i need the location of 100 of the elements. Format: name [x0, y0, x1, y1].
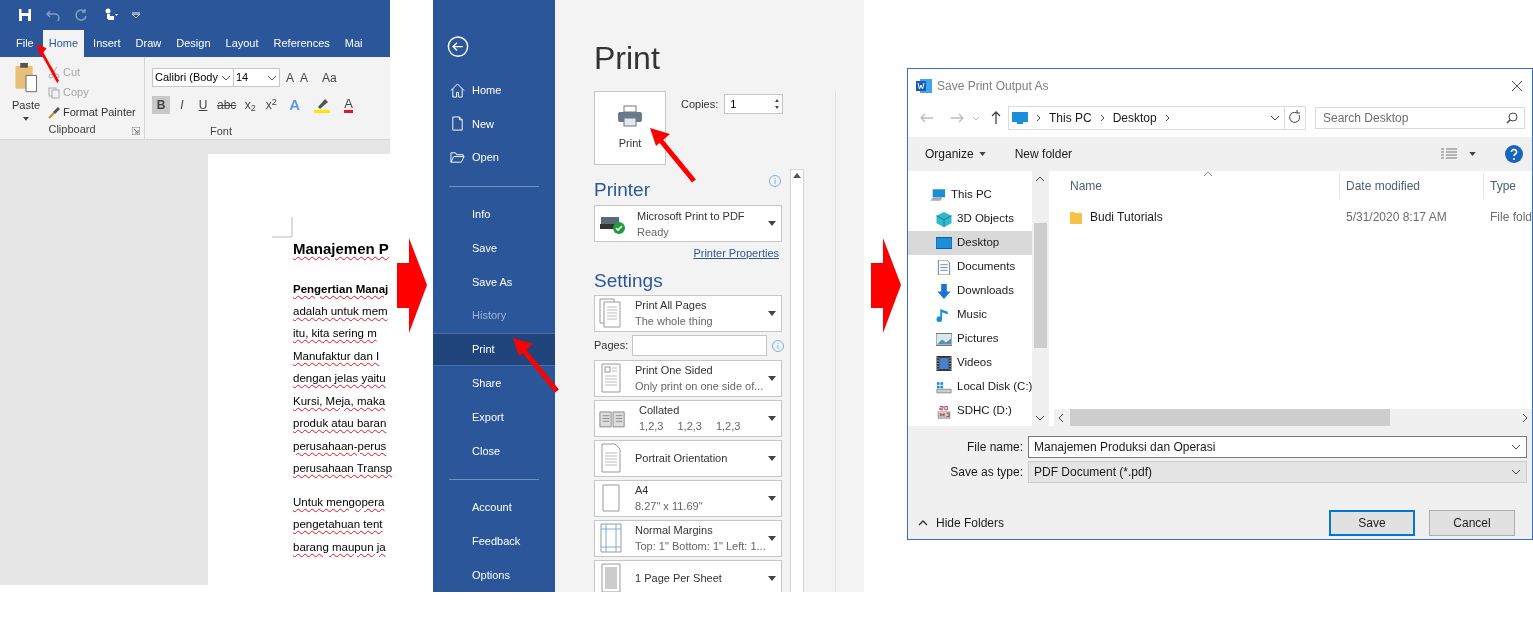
- settings-dropdown[interactable]: 1 Page Per Sheet: [594, 559, 782, 592]
- settings-dropdown[interactable]: Print One Sided Only print on one side of...: [594, 359, 782, 397]
- search-field[interactable]: Search Desktop: [1315, 107, 1525, 129]
- ribbon-tab[interactable]: Draw: [129, 30, 168, 57]
- paste-button[interactable]: Paste: [11, 96, 41, 114]
- group-label: Font: [209, 124, 233, 139]
- folder-tree-item[interactable]: This PC: [908, 183, 1046, 207]
- ribbon-tab[interactable]: Insert: [87, 30, 127, 57]
- column-header[interactable]: Name: [1063, 173, 1340, 199]
- scroll-thumb[interactable]: [1033, 223, 1047, 348]
- ribbon-tab[interactable]: Layout: [219, 30, 265, 57]
- backstage-nav-item[interactable]: Feedback: [433, 524, 555, 559]
- field-label: File name:: [965, 439, 1024, 456]
- backstage-nav-item[interactable]: Save As: [433, 265, 555, 299]
- up-arrow-icon[interactable]: [990, 111, 1002, 125]
- chevron-down-icon[interactable]: [1270, 115, 1280, 121]
- scroll-left-icon[interactable]: [1057, 412, 1064, 423]
- caret-icon[interactable]: [1469, 152, 1476, 156]
- settings-dropdown[interactable]: A4 8.27" x 11.69": [594, 479, 782, 517]
- folder-tree-item[interactable]: Documents: [908, 255, 1046, 279]
- ribbon-tab[interactable]: Design: [170, 30, 217, 57]
- dialog-launcher-icon[interactable]: [132, 127, 140, 135]
- new-folder-button[interactable]: New folder: [1014, 145, 1073, 163]
- ribbon-tab[interactable]: References: [267, 30, 336, 57]
- column-header[interactable]: Type: [1483, 173, 1532, 199]
- format-button[interactable]: x$^{2}$: [262, 96, 281, 114]
- redo-icon[interactable]: [74, 8, 88, 22]
- backstage-nav-item[interactable]: Save: [433, 231, 555, 265]
- backstage-nav-item[interactable]: Close: [433, 433, 555, 468]
- chevron-right-icon: [1036, 114, 1041, 122]
- file-type-dropdown[interactable]: PDF Document (*.pdf): [1028, 461, 1527, 483]
- change-case-button[interactable]: Aa: [322, 68, 337, 87]
- backstage-nav-item[interactable]: New: [433, 107, 555, 141]
- settings-dropdown[interactable]: Collated 1,2,3 1,2,3 1,2,3: [594, 399, 782, 437]
- folder-tree-item[interactable]: SDHC (D:): [908, 399, 1046, 423]
- format-button[interactable]: x$_{2}$: [241, 96, 260, 114]
- caret-icon: [768, 575, 776, 581]
- scroll-down-icon[interactable]: [1035, 415, 1046, 421]
- backstage-nav-item[interactable]: Export: [433, 400, 555, 434]
- highlighter-icon[interactable]: [313, 97, 332, 113]
- file-row[interactable]: Budi Tutorials 5/31/2020 8:17 AM File fold: [1048, 206, 1532, 228]
- backstage-nav-item[interactable]: Account: [433, 490, 555, 525]
- scroll-thumb[interactable]: [1069, 409, 1390, 426]
- backstage-nav-item[interactable]: Info: [433, 197, 555, 232]
- folder-tree-item[interactable]: Downloads: [908, 279, 1046, 303]
- printer-dropdown[interactable]: Microsoft Print to PDF Ready: [594, 205, 782, 242]
- column-header[interactable]: Date modified: [1339, 173, 1484, 199]
- undo-icon[interactable]: [46, 9, 60, 21]
- breadcrumb-item[interactable]: This PC: [1049, 109, 1092, 127]
- file-type: File fold: [1488, 209, 1532, 226]
- folder-tree-item[interactable]: 3D Objects: [908, 207, 1046, 231]
- backstage-nav-item[interactable]: Share: [433, 366, 555, 401]
- copies-field[interactable]: 1: [724, 94, 784, 114]
- ribbon-tab[interactable]: Home: [42, 30, 85, 57]
- refresh-icon[interactable]: [1284, 106, 1306, 130]
- format-button[interactable]: U: [194, 96, 212, 114]
- print-button[interactable]: Print: [594, 91, 666, 165]
- help-icon[interactable]: [1505, 145, 1523, 163]
- dialog-button[interactable]: Cancel: [1429, 510, 1515, 536]
- pages-field[interactable]: [632, 335, 767, 356]
- font-name-field[interactable]: Calibri (Body: [152, 68, 234, 87]
- caret-icon: [768, 415, 776, 421]
- ribbon-tab[interactable]: Mai: [338, 30, 369, 57]
- spinner-icon[interactable]: [774, 98, 781, 110]
- file-name-field[interactable]: Manajemen Produksi dan Operasi: [1028, 436, 1527, 458]
- scroll-up-icon[interactable]: [1035, 176, 1046, 182]
- shrink-font-button[interactable]: A: [300, 68, 309, 87]
- chevron-up-icon: [918, 520, 928, 526]
- address-bar[interactable]: This PC Desktop: [1008, 106, 1285, 130]
- backstage-nav-item[interactable]: Home: [433, 73, 555, 107]
- backstage-nav-item[interactable]: Open: [433, 140, 555, 175]
- folder-tree-item[interactable]: Pictures: [908, 327, 1046, 351]
- hide-folders-button[interactable]: Hide Folders: [918, 514, 1005, 532]
- format-button[interactable]: B: [152, 96, 170, 114]
- settings-dropdown[interactable]: Print All Pages The whole thing: [594, 294, 782, 332]
- customize-icon[interactable]: [132, 12, 140, 18]
- back-icon[interactable]: [447, 36, 469, 58]
- folder-tree-item[interactable]: Videos: [908, 351, 1046, 375]
- scroll-up-icon[interactable]: [793, 173, 801, 178]
- caret-icon[interactable]: [23, 117, 29, 121]
- close-icon[interactable]: [1511, 79, 1523, 92]
- dialog-button[interactable]: Save: [1329, 510, 1415, 536]
- printer-properties-link[interactable]: Printer Properties: [693, 245, 779, 262]
- ribbon-tab[interactable]: File: [10, 30, 40, 57]
- clipboard-button[interactable]: Format Painter: [48, 104, 136, 121]
- font-size-field[interactable]: 14: [234, 68, 280, 87]
- breadcrumb-item[interactable]: Desktop: [1112, 109, 1157, 127]
- font-color-button[interactable]: A: [344, 97, 353, 113]
- organize-button[interactable]: Organize: [925, 145, 986, 163]
- grow-font-button[interactable]: A: [286, 68, 294, 87]
- backstage-nav-item[interactable]: Print: [433, 332, 555, 367]
- settings-dropdown[interactable]: Portrait Orientation: [594, 439, 782, 477]
- folder-tree-item[interactable]: Local Disk (C:): [908, 375, 1046, 399]
- backstage-nav-item[interactable]: Options: [433, 558, 555, 592]
- folder-tree-item[interactable]: Music: [908, 303, 1046, 327]
- format-button[interactable]: I: [173, 96, 191, 114]
- format-button[interactable]: abc: [215, 96, 239, 114]
- scroll-right-icon[interactable]: [1522, 412, 1528, 423]
- settings-dropdown[interactable]: Normal Margins Top: 1" Bottom: 1" Left: 1...: [594, 519, 782, 557]
- paste-icon[interactable]: [13, 62, 39, 93]
